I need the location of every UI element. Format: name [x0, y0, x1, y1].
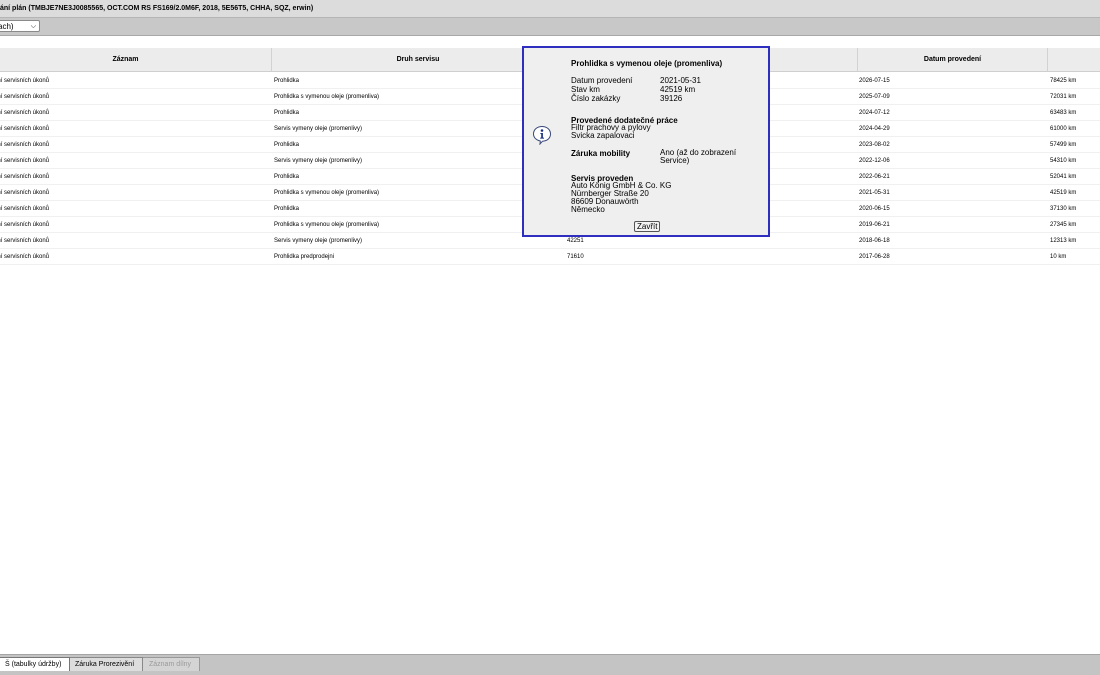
cell-km: 61000 km [1050, 126, 1077, 132]
popup-title: Prohlidka s vymenou oleje (promenliva) [571, 59, 723, 68]
tab-workshop-record[interactable]: Záznam dílny [140, 657, 201, 671]
column-header-record[interactable]: Záznam [0, 48, 272, 71]
filter-select[interactable]: ach) ⌵ [0, 20, 40, 32]
column-header-date[interactable]: Datum provedení [858, 48, 1048, 71]
cell-km: 63483 km [1050, 110, 1077, 116]
cell-service-type: Prohlidka s vymenou oleje (promenliva) [274, 94, 380, 100]
window-title: ání plán (TMBJE7NE3J0085565, OCT.COM RS … [0, 5, 314, 12]
field-value-order: 39126 [660, 94, 683, 103]
cell-record: ení servisních úkonů [0, 174, 50, 180]
cell-date: 2025-07-09 [859, 94, 890, 100]
cell-km: 52041 km [1050, 174, 1077, 180]
cell-service-type: Prohlidka s vymenou oleje (promenliva) [274, 190, 380, 196]
filter-select-value: ach) [0, 22, 14, 31]
cell-date: 2019-06-21 [859, 222, 890, 228]
cell-km: 78425 km [1050, 78, 1077, 84]
cell-service-type: Servis vymeny oleje (promenlivy) [274, 126, 363, 132]
cell-record: ení servisních úkonů [0, 78, 50, 84]
cell-service-type: Servis vymeny oleje (promenlivy) [274, 158, 363, 164]
field-label-order: Číslo zakázky [571, 94, 621, 103]
chevron-down-icon: ⌵ [30, 23, 36, 30]
cell-date: 2024-07-12 [859, 110, 890, 116]
cell-service-type: Prohlidka [274, 206, 300, 212]
cell-record: ení servisních úkonů [0, 206, 50, 212]
cell-km: 54310 km [1050, 158, 1077, 164]
cell-record: ení servisních úkonů [0, 222, 50, 228]
bottom-tab-bar: Záznam dílny Záruka Prorezivění Š (tabul… [0, 654, 1100, 675]
cell-service-type: Prohlidka [274, 142, 300, 148]
cell-record: ení servisních úkonů [0, 158, 50, 164]
tab-maintenance-tables[interactable]: Š (tabulky údržby) [0, 657, 71, 671]
cell-record: ení servisních úkonů [0, 142, 50, 148]
cell-record: ení servisních úkonů [0, 126, 50, 132]
cell-date: 2026-07-15 [859, 78, 890, 84]
cell-record: ení servisních úkonů [0, 94, 50, 100]
cell-date: 2023-08-02 [859, 142, 890, 148]
cell-km: 72031 km [1050, 94, 1077, 100]
cell-record: ení servisních úkonů [0, 190, 50, 196]
mobility-value-cont: Service) [660, 156, 690, 165]
cell-service-type: Servis vymeny oleje (promenlivy) [274, 238, 363, 244]
cell-km: 37130 km [1050, 206, 1077, 212]
cell-service-type: Prohlidka s vymenou oleje (promenliva) [274, 222, 380, 228]
cell-record: ení servisních úkonů [0, 254, 50, 260]
service-detail-popup: Prohlidka s vymenou oleje (promenliva) D… [522, 46, 770, 237]
mobility-label: Záruka mobility [571, 149, 631, 158]
cell-service-type: Prohlidka [274, 174, 300, 180]
cell-service-type: Prohlidka [274, 110, 300, 116]
table-row[interactable]: ení servisních úkonů Prohlidka predprode… [0, 249, 1100, 265]
cell-service-type: Prohlidka [274, 78, 300, 84]
cell-km: 27345 km [1050, 222, 1077, 228]
cell-date: 2024-04-29 [859, 126, 890, 132]
cell-record: ení servisních úkonů [0, 110, 50, 116]
cell-date: 2021-05-31 [859, 190, 890, 196]
info-icon [532, 125, 552, 145]
cell-date: 2020-06-15 [859, 206, 890, 212]
window-titlebar: ání plán (TMBJE7NE3J0085565, OCT.COM RS … [0, 0, 1100, 18]
cell-date: 2022-12-06 [859, 158, 890, 164]
cell-km: 10 km [1050, 254, 1067, 260]
column-header-km[interactable] [1048, 48, 1100, 71]
cell-record: ení servisních úkonů [0, 238, 50, 244]
cell-date: 2017-06-28 [859, 254, 890, 260]
cell-date: 2018-06-18 [859, 238, 890, 244]
filter-bar: ach) ⌵ [0, 18, 1100, 36]
cell-service-type: Prohlidka predprodejni [274, 254, 335, 260]
cell-date: 2022-06-21 [859, 174, 890, 180]
cell-km: 12313 km [1050, 238, 1077, 244]
dealer-country: Německo [571, 205, 605, 214]
tab-rust-warranty[interactable]: Záruka Prorezivění [66, 657, 144, 671]
close-button[interactable]: Zavřít [634, 221, 661, 232]
cell-order: 71610 [567, 254, 584, 260]
cell-km: 42519 km [1050, 190, 1077, 196]
cell-km: 57499 km [1050, 142, 1077, 148]
extra-work-item: Svicka zapalovaci [571, 131, 635, 140]
